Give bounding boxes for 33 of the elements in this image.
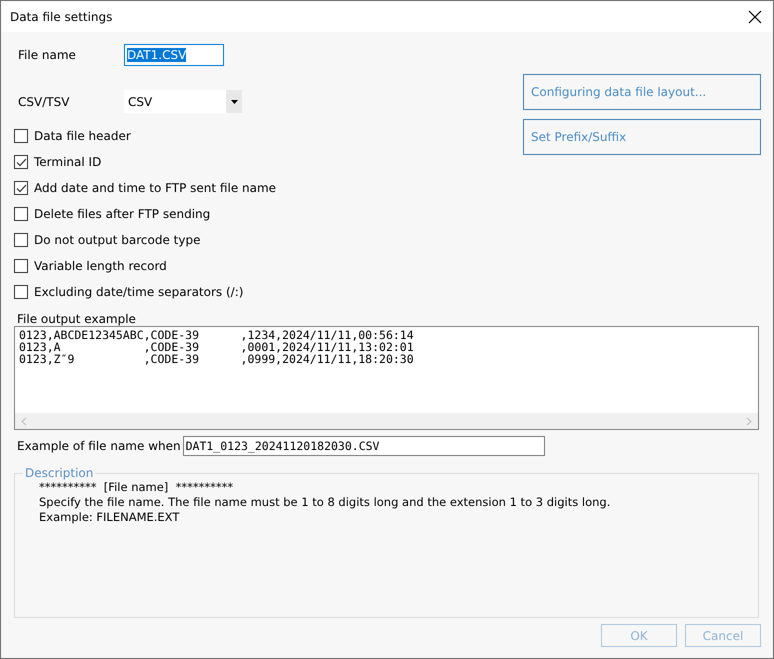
output-line: 0123,A ,CODE-39 ,0001,2024/11/11,13:02:01 bbox=[19, 341, 415, 353]
checkbox[interactable] bbox=[14, 155, 28, 169]
checkbox-label: Variable length record bbox=[34, 259, 167, 273]
output-line: 0123,ABCDE12345ABC,CODE-39 ,1234,2024/11/11,00:56:14 bbox=[19, 329, 415, 341]
output-line: 0123,Z″9 ,CODE-39 ,0999,2024/11/11,18:20:30 bbox=[19, 353, 415, 365]
checkbox-label: Add date and time to FTP sent file name bbox=[34, 181, 276, 195]
description-text: Specify the file name. The file name must be 1 to 8 digits long and the extension 1 to 3 digits long. bbox=[39, 495, 612, 510]
field-label: File name bbox=[18, 48, 77, 62]
format-dropdown[interactable]: CSV bbox=[124, 90, 242, 113]
checkbox[interactable] bbox=[14, 259, 28, 273]
description-title: Description bbox=[24, 466, 94, 480]
checkbox[interactable] bbox=[14, 181, 28, 195]
action-button[interactable]: Set Prefix/Suffix bbox=[523, 119, 761, 155]
checkbox-label: Delete files after FTP sending bbox=[34, 207, 210, 221]
close-icon[interactable] bbox=[748, 10, 762, 24]
field-label: Example of file name when bbox=[17, 439, 181, 453]
window-title: Data file settings bbox=[10, 10, 112, 24]
section-label: File output example bbox=[17, 312, 137, 326]
checkbox-label: Excluding date/time separators (/:) bbox=[34, 285, 244, 299]
file-name-field[interactable]: DAT1.CSV bbox=[124, 44, 224, 66]
checkbox[interactable] bbox=[14, 129, 28, 143]
checkbox[interactable] bbox=[14, 285, 28, 299]
action-button[interactable]: Configuring data file layout... bbox=[523, 74, 761, 110]
checkbox[interactable] bbox=[14, 207, 28, 221]
checkbox[interactable] bbox=[14, 233, 28, 247]
checkbox-label: Terminal ID bbox=[34, 155, 102, 169]
field-label: CSV/TSV bbox=[18, 94, 70, 108]
checkbox-label: Do not output barcode type bbox=[34, 233, 200, 247]
dropdown-arrow-icon bbox=[230, 100, 238, 104]
description-text: Example: FILENAME.EXT bbox=[39, 510, 180, 525]
file-name-example-field: DAT1_0123_20241120182030.CSV bbox=[182, 436, 545, 456]
description-text: ********** [File name] ********** bbox=[39, 480, 234, 495]
checkbox-label: Data file header bbox=[34, 129, 131, 143]
